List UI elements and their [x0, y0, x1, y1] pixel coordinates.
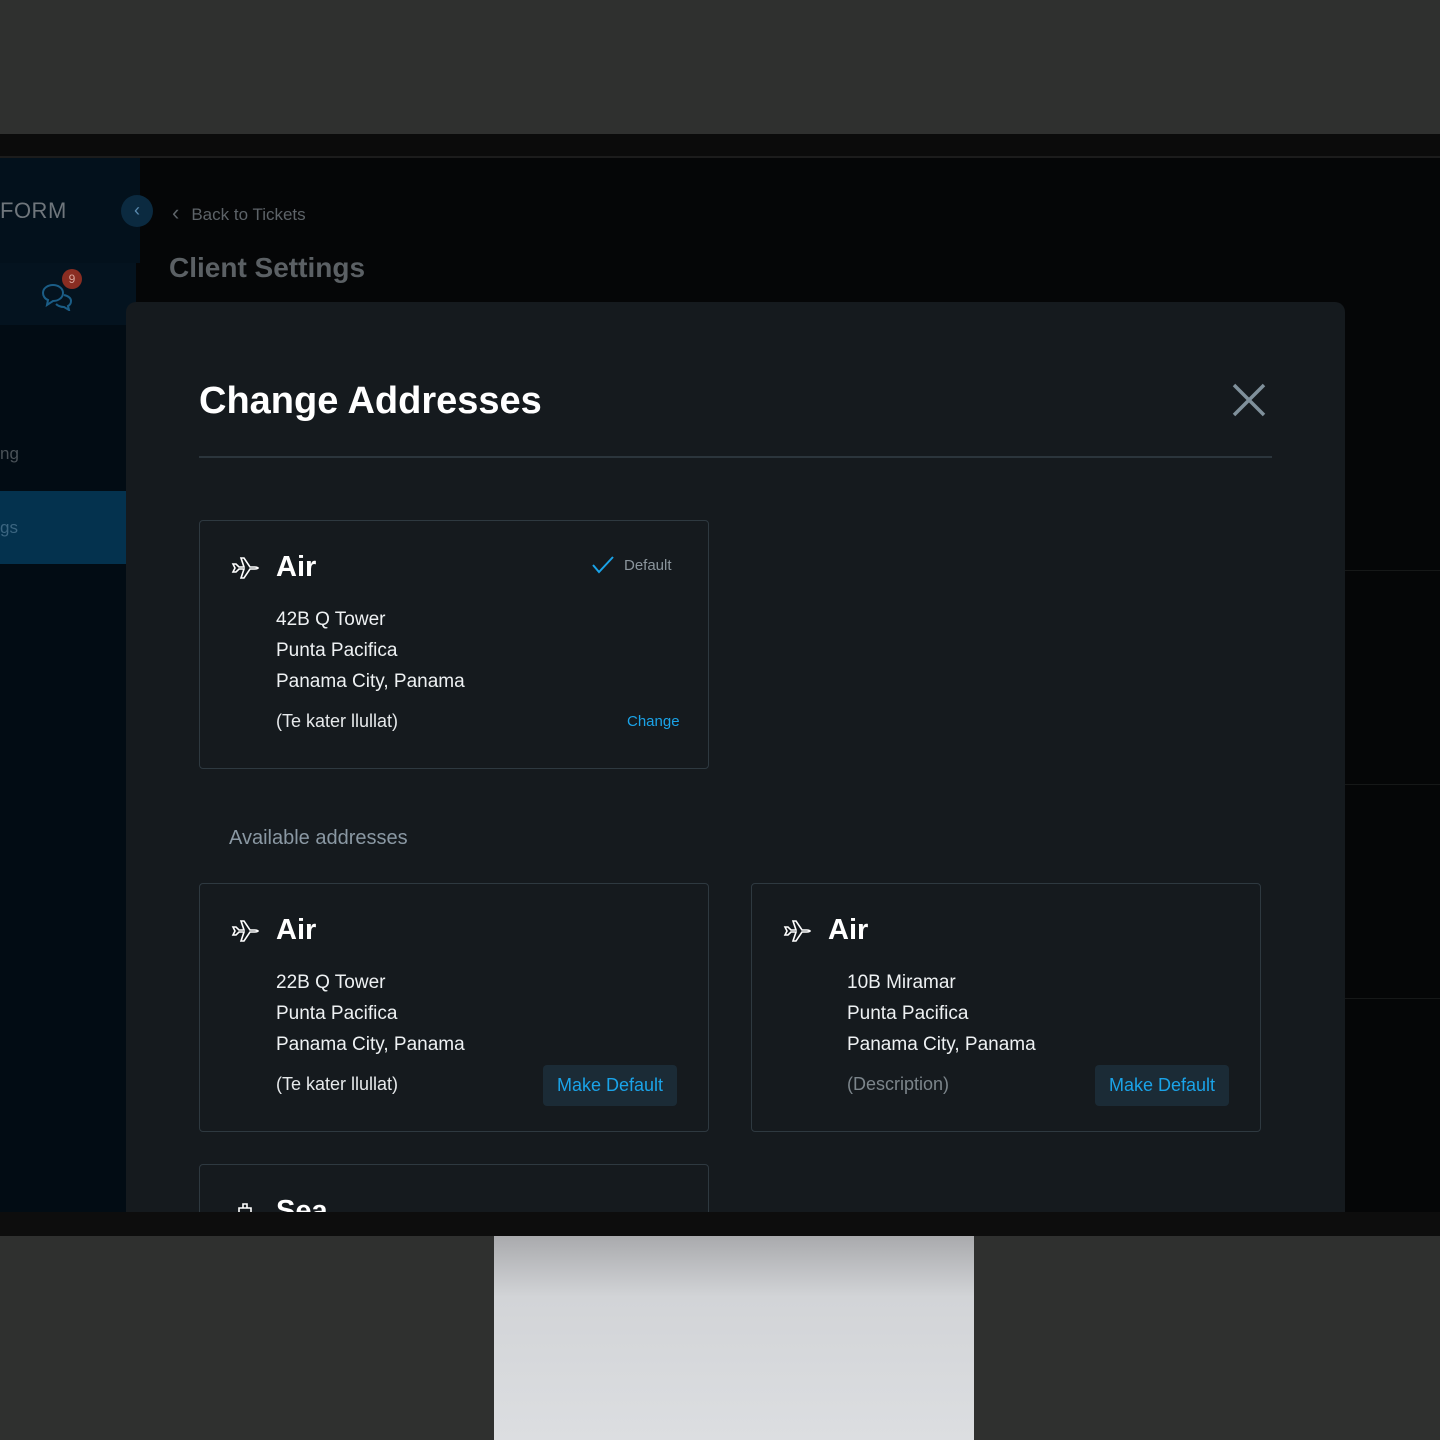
- chevron-left-icon: ‹: [172, 200, 180, 225]
- modal-divider: [199, 456, 1272, 458]
- airplane-icon: [783, 920, 812, 942]
- make-default-button[interactable]: Make Default: [1095, 1065, 1229, 1106]
- default-indicator: Default: [592, 556, 672, 574]
- check-icon: [592, 556, 614, 574]
- address-line: Panama City, Panama: [847, 1034, 1036, 1055]
- change-addresses-modal: Change Addresses Air Default 42B Q Tower…: [126, 302, 1345, 1212]
- chevron-left-icon: ‹: [134, 200, 140, 220]
- address-line: 10B Miramar: [847, 972, 956, 993]
- address-type: Air: [276, 551, 317, 583]
- airplane-icon: [231, 920, 260, 942]
- sidebar: FORM 9 ng gs: [0, 158, 140, 1212]
- address-card: Air 10B Miramar Punta Pacifica Panama Ci…: [751, 883, 1261, 1132]
- brand-logo: FORM: [0, 198, 67, 223]
- address-line: 42B Q Tower: [276, 609, 386, 630]
- address-line: Punta Pacifica: [276, 1003, 398, 1024]
- ship-icon: [238, 1203, 252, 1212]
- page-title: Client Settings: [169, 252, 366, 283]
- monitor-bezel-bottom: [0, 1212, 1440, 1236]
- address-type: Sea: [276, 1195, 328, 1212]
- change-link[interactable]: Change: [627, 713, 680, 730]
- default-address-card: Air Default 42B Q Tower Punta Pacifica P…: [199, 520, 709, 769]
- collapse-sidebar-button[interactable]: ‹: [121, 195, 153, 227]
- address-card: Air 22B Q Tower Punta Pacifica Panama Ci…: [199, 883, 709, 1132]
- address-line: 22B Q Tower: [276, 972, 386, 993]
- address-type: Air: [276, 914, 317, 946]
- modal-title: Change Addresses: [199, 380, 542, 422]
- address-line: Panama City, Panama: [276, 1034, 465, 1055]
- address-description: (Te kater llullat): [276, 1074, 399, 1094]
- address-line: Punta Pacifica: [276, 640, 398, 661]
- address-type: Air: [828, 914, 869, 946]
- sidebar-item[interactable]: ng: [0, 444, 19, 464]
- notification-badge: 9: [62, 269, 82, 289]
- make-default-button[interactable]: Make Default: [543, 1065, 677, 1106]
- address-line: Panama City, Panama: [276, 671, 465, 692]
- back-label: Back to Tickets: [191, 205, 306, 224]
- row-divider: [1345, 784, 1440, 785]
- monitor-stand: [494, 1236, 974, 1440]
- address-card: Sea: [199, 1164, 709, 1212]
- back-link[interactable]: ‹ Back to Tickets: [172, 200, 306, 226]
- close-icon[interactable]: [1231, 382, 1267, 418]
- row-divider: [1345, 570, 1440, 571]
- address-description: (Te kater llullat): [276, 711, 399, 731]
- default-label: Default: [624, 556, 672, 574]
- row-divider: [1345, 998, 1440, 999]
- monitor-screen: FORM 9 ng gs ‹ ‹ Back to Tickets Client S…: [0, 158, 1440, 1212]
- sidebar-item-active[interactable]: [0, 491, 126, 564]
- airplane-icon: [231, 557, 260, 579]
- address-line: Punta Pacifica: [847, 1003, 969, 1024]
- address-description: (Description): [847, 1074, 950, 1094]
- available-addresses-heading: Available addresses: [229, 827, 408, 849]
- sidebar-item-active-label: gs: [0, 518, 18, 537]
- monitor-bezel-top: [0, 134, 1440, 158]
